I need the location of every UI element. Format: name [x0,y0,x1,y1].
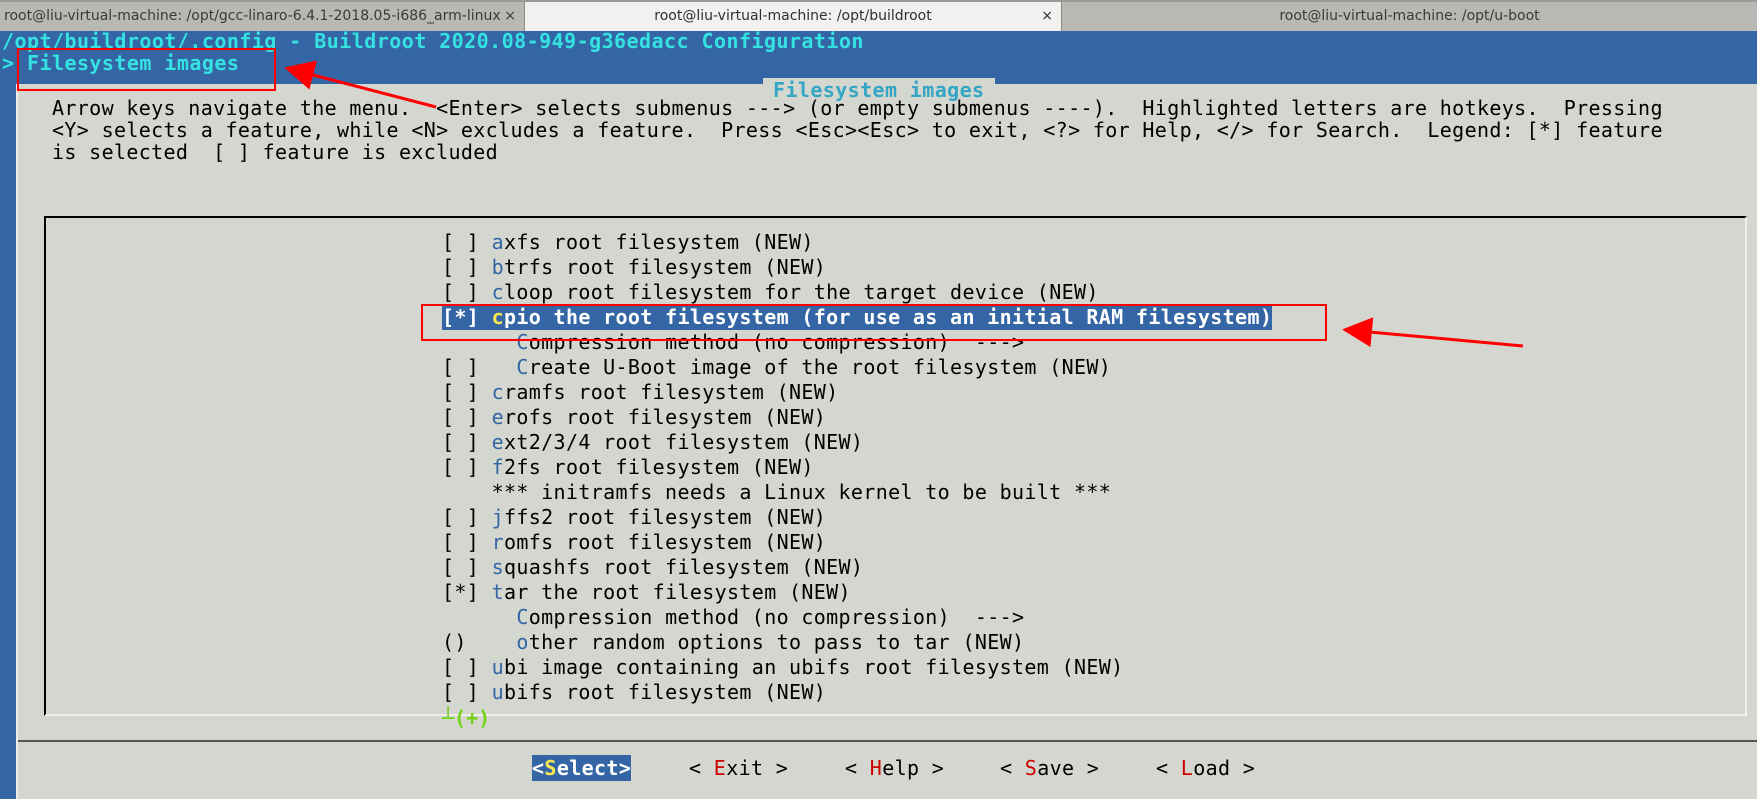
arrow-icon [284,60,437,109]
annotation-arrows [284,60,1524,348]
arrow-icon [1342,317,1524,348]
